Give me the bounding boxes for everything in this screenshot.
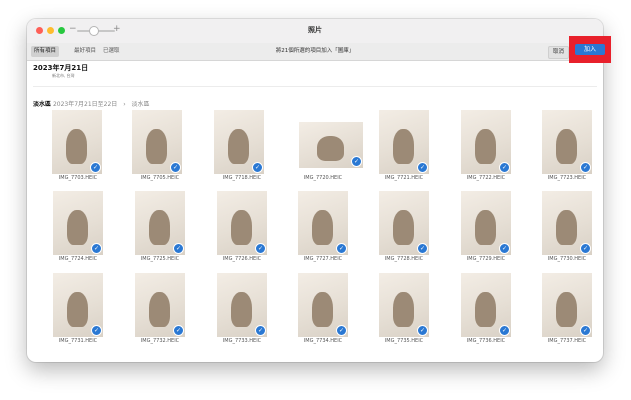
photo-filename: IMG_7737.HEIC [547, 338, 587, 344]
cat-subject [67, 210, 88, 245]
photo-filename: IMG_7718.HEIC [222, 175, 262, 181]
cat-subject [317, 136, 344, 161]
checkmark-icon[interactable]: ✓ [580, 162, 591, 173]
photo-filename: IMG_7705.HEIC [140, 175, 180, 181]
photo-filename: IMG_7732.HEIC [140, 338, 180, 344]
photo-filename: IMG_7722.HEIC [466, 175, 506, 181]
photo-filename: IMG_7734.HEIC [303, 338, 343, 344]
photo-filename: IMG_7723.HEIC [547, 175, 587, 181]
photo-item[interactable]: ✓ IMG_7730.HEIC [532, 191, 602, 272]
photo-item[interactable]: ✓ IMG_7736.HEIC [451, 273, 521, 354]
cat-subject [393, 129, 414, 164]
photo-filename: IMG_7725.HEIC [140, 256, 180, 262]
checkmark-icon[interactable]: ✓ [580, 243, 591, 254]
checkmark-icon[interactable]: ✓ [580, 325, 591, 336]
checkmark-icon[interactable]: ✓ [499, 325, 510, 336]
checkmark-icon[interactable]: ✓ [90, 162, 101, 173]
photo-filename: IMG_7735.HEIC [384, 338, 424, 344]
cat-subject [67, 292, 88, 327]
add-button[interactable]: 加入 [575, 44, 605, 55]
checkmark-icon[interactable]: ✓ [499, 243, 510, 254]
photo-item[interactable]: ✓ IMG_7733.HEIC [207, 273, 277, 354]
photo-filename: IMG_7727.HEIC [303, 256, 343, 262]
cat-subject [475, 210, 496, 245]
photo-item[interactable]: ✓ IMG_7718.HEIC [207, 110, 277, 191]
cat-subject [149, 210, 170, 245]
photo-grid: ✓ IMG_7703.HEIC ✓ IMG_7705.HEIC ✓ IMG_7718.HE… [27, 19, 603, 362]
photo-item[interactable]: ✓ IMG_7720.HEIC [288, 113, 363, 191]
photo-filename: IMG_7736.HEIC [466, 338, 506, 344]
add-button-highlight: 加入 [569, 36, 611, 63]
photo-filename: IMG_7728.HEIC [384, 256, 424, 262]
checkmark-icon[interactable]: ✓ [173, 243, 184, 254]
photo-item[interactable]: ✓ IMG_7734.HEIC [288, 273, 358, 354]
checkmark-icon[interactable]: ✓ [417, 162, 428, 173]
photo-item[interactable]: ✓ IMG_7722.HEIC [451, 110, 521, 191]
checkmark-icon[interactable]: ✓ [91, 243, 102, 254]
photo-item[interactable]: ✓ IMG_7705.HEIC [125, 110, 195, 191]
photo-item[interactable]: ✓ IMG_7735.HEIC [369, 273, 439, 354]
photo-filename: IMG_7726.HEIC [222, 256, 262, 262]
checkmark-icon[interactable]: ✓ [499, 162, 510, 173]
photo-item[interactable]: ✓ IMG_7726.HEIC [207, 191, 277, 272]
cat-subject [393, 292, 414, 327]
cat-subject [231, 210, 252, 245]
photo-item[interactable]: ✓ IMG_7731.HEIC [43, 273, 113, 354]
cat-subject [149, 292, 170, 327]
photos-import-window: − + 照片 所有項目 最好項目 已選取 將21個所選的項目加入「圖庫」 取消 … [27, 19, 603, 362]
photo-filename: IMG_7731.HEIC [58, 338, 98, 344]
photo-item[interactable]: ✓ IMG_7729.HEIC [451, 191, 521, 272]
checkmark-icon[interactable]: ✓ [417, 243, 428, 254]
photo-item[interactable]: ✓ IMG_7723.HEIC [532, 110, 602, 191]
cat-subject [475, 129, 496, 164]
checkmark-icon[interactable]: ✓ [170, 162, 181, 173]
cat-subject [475, 292, 496, 327]
photo-item[interactable]: ✓ IMG_7727.HEIC [288, 191, 358, 272]
checkmark-icon[interactable]: ✓ [91, 325, 102, 336]
checkmark-icon[interactable]: ✓ [351, 156, 362, 167]
checkmark-icon[interactable]: ✓ [336, 243, 347, 254]
cat-subject [556, 292, 577, 327]
checkmark-icon[interactable]: ✓ [255, 243, 266, 254]
photo-filename: IMG_7720.HEIC [303, 175, 343, 181]
cat-subject [393, 210, 414, 245]
photo-filename: IMG_7721.HEIC [384, 175, 424, 181]
checkmark-icon[interactable]: ✓ [173, 325, 184, 336]
photo-item[interactable]: ✓ IMG_7732.HEIC [125, 273, 195, 354]
checkmark-icon[interactable]: ✓ [252, 162, 263, 173]
cat-subject [312, 210, 333, 245]
checkmark-icon[interactable]: ✓ [417, 325, 428, 336]
photo-filename: IMG_7730.HEIC [547, 256, 587, 262]
photo-item[interactable]: ✓ IMG_7737.HEIC [532, 273, 602, 354]
cat-subject [556, 129, 577, 164]
cat-subject [231, 292, 252, 327]
cat-subject [556, 210, 577, 245]
photo-item[interactable]: ✓ IMG_7721.HEIC [369, 110, 439, 191]
photo-filename: IMG_7729.HEIC [466, 256, 506, 262]
cat-subject [312, 292, 333, 327]
photo-filename: IMG_7733.HEIC [222, 338, 262, 344]
photo-item[interactable]: ✓ IMG_7703.HEIC [43, 110, 113, 191]
photo-filename: IMG_7703.HEIC [58, 175, 98, 181]
photo-filename: IMG_7724.HEIC [58, 256, 98, 262]
checkmark-icon[interactable]: ✓ [336, 325, 347, 336]
checkmark-icon[interactable]: ✓ [255, 325, 266, 336]
photo-item[interactable]: ✓ IMG_7728.HEIC [369, 191, 439, 272]
photo-item[interactable]: ✓ IMG_7724.HEIC [43, 191, 113, 272]
photo-item[interactable]: ✓ IMG_7725.HEIC [125, 191, 195, 272]
cat-subject [228, 129, 249, 164]
cat-subject [66, 129, 87, 164]
cat-subject [146, 129, 167, 164]
